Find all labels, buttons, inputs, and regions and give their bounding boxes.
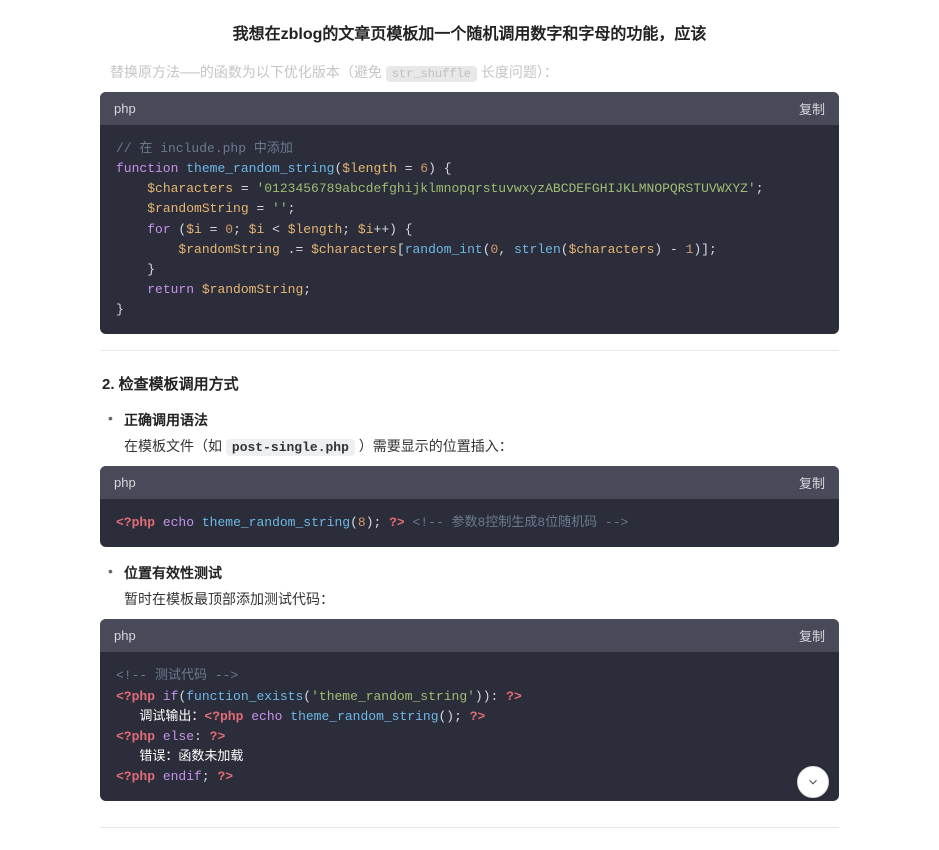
code-comment: // 在 include.php 中添加 bbox=[116, 141, 293, 156]
code-lang-label: php bbox=[114, 475, 136, 490]
bullet-item-2: 位置有效性测试 暂时在模板最顶部添加测试代码： bbox=[124, 563, 839, 609]
bullet-text: 暂时在模板最顶部添加测试代码： bbox=[124, 589, 839, 609]
page-title: 我想在zblog的文章页模板加一个随机调用数字和字母的功能，应该 bbox=[100, 0, 839, 62]
divider bbox=[100, 827, 839, 828]
code-body[interactable]: <!-- 测试代码 --> <?php if(function_exists('… bbox=[100, 652, 839, 801]
copy-button[interactable]: 复制 bbox=[799, 473, 825, 492]
code-block-1: php 复制 // 在 include.php 中添加 function the… bbox=[100, 92, 839, 334]
faded-prefix: 替换原方法──的函数为以下优化版本（避免 bbox=[110, 64, 386, 80]
copy-button[interactable]: 复制 bbox=[799, 626, 825, 645]
code-header: php 复制 bbox=[100, 619, 839, 652]
code-block-2: php 复制 <?php echo theme_random_string(8)… bbox=[100, 466, 839, 547]
code-lang-label: php bbox=[114, 628, 136, 643]
code-header: php 复制 bbox=[100, 92, 839, 125]
divider bbox=[100, 350, 839, 351]
func-name: theme_random_string bbox=[186, 161, 334, 176]
bullet-title: 位置有效性测试 bbox=[124, 563, 839, 583]
inline-filename: post-single.php bbox=[226, 439, 355, 456]
code-body[interactable]: // 在 include.php 中添加 function theme_rand… bbox=[100, 125, 839, 334]
kw-function: function bbox=[116, 161, 178, 176]
faded-context-line: 替换原方法──的函数为以下优化版本（避免 str_shuffle 长度问题）： bbox=[100, 62, 839, 92]
code-body[interactable]: <?php echo theme_random_string(8); ?> <!… bbox=[100, 499, 839, 547]
faded-suffix: 长度问题）： bbox=[477, 64, 558, 80]
copy-button[interactable]: 复制 bbox=[799, 99, 825, 118]
code-lang-label: php bbox=[114, 101, 136, 116]
chevron-down-icon bbox=[806, 775, 820, 789]
bullet-text: 在模板文件（如 post-single.php ）需要显示的位置插入： bbox=[124, 436, 839, 456]
bullet-item-1: 正确调用语法 在模板文件（如 post-single.php ）需要显示的位置插… bbox=[124, 410, 839, 456]
code-header: php 复制 bbox=[100, 466, 839, 499]
scroll-down-button[interactable] bbox=[797, 766, 829, 798]
faded-inline-code: str_shuffle bbox=[386, 66, 477, 82]
code-block-3: php 复制 <!-- 测试代码 --> <?php if(function_e… bbox=[100, 619, 839, 801]
bullet-title: 正确调用语法 bbox=[124, 410, 839, 430]
section-heading-2: 2. 检查模板调用方式 bbox=[102, 373, 839, 394]
